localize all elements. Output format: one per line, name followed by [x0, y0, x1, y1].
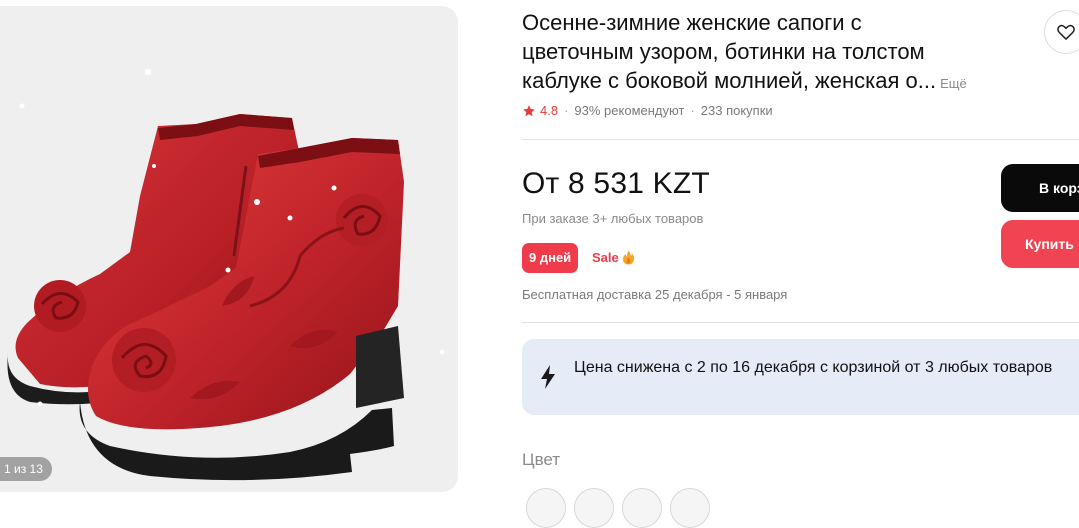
promo-banner: Цена снижена с 2 по 16 декабря с корзино…: [522, 339, 1079, 415]
favorite-button[interactable]: [1044, 10, 1079, 54]
divider: [522, 139, 1079, 140]
star-icon: [523, 104, 535, 116]
purchases-text: 233 покупки: [700, 103, 773, 118]
sale-badge: Sale: [592, 250, 635, 265]
heart-icon: [1057, 24, 1075, 40]
color-label: Цвет: [522, 450, 561, 469]
more-link[interactable]: Ещё: [940, 76, 967, 91]
price: От 8 531 KZT: [522, 167, 710, 200]
title-line-text: каблуке с боковой молнией, женская о...: [522, 68, 937, 93]
title-line: цветочным узором, ботинки на толстом: [522, 39, 925, 64]
product-image: [7, 69, 445, 481]
fire-icon: [622, 250, 634, 265]
color-swatch[interactable]: [622, 488, 662, 528]
price-note: При заказе 3+ любых товаров: [522, 211, 704, 226]
color-swatch[interactable]: [670, 488, 710, 528]
sale-label: Sale: [592, 250, 619, 265]
delivery-info: Бесплатная доставка 25 декабря - 5 январ…: [522, 287, 788, 302]
image-counter: 1 из 13: [0, 457, 52, 481]
product-title: Осенне-зимние женские сапоги с цветочным…: [522, 8, 1002, 98]
title-line: каблуке с боковой молнией, женская о... Е…: [522, 66, 1002, 98]
days-badge: 9 дней: [522, 243, 579, 273]
add-to-cart-button[interactable]: В корзину: [1001, 164, 1079, 212]
lightning-icon: [541, 365, 555, 389]
buy-now-button[interactable]: Купить: [1001, 220, 1079, 268]
recommend-text: 93% рекомендуют: [574, 103, 685, 118]
promo-text: Цена снижена с 2 по 16 декабря с корзино…: [574, 359, 1053, 376]
rating-value: 4.8: [540, 103, 559, 118]
separator: ·: [690, 103, 695, 118]
color-swatch[interactable]: [574, 488, 614, 528]
divider: [522, 322, 1079, 323]
separator: ·: [564, 103, 569, 118]
title-line: Осенне-зимние женские сапоги с: [522, 10, 862, 35]
color-swatch[interactable]: [526, 488, 566, 528]
product-gallery[interactable]: 1 из 13: [0, 6, 458, 492]
rating-row: 4.8 · 93% рекомендуют · 233 покупки: [522, 103, 773, 118]
